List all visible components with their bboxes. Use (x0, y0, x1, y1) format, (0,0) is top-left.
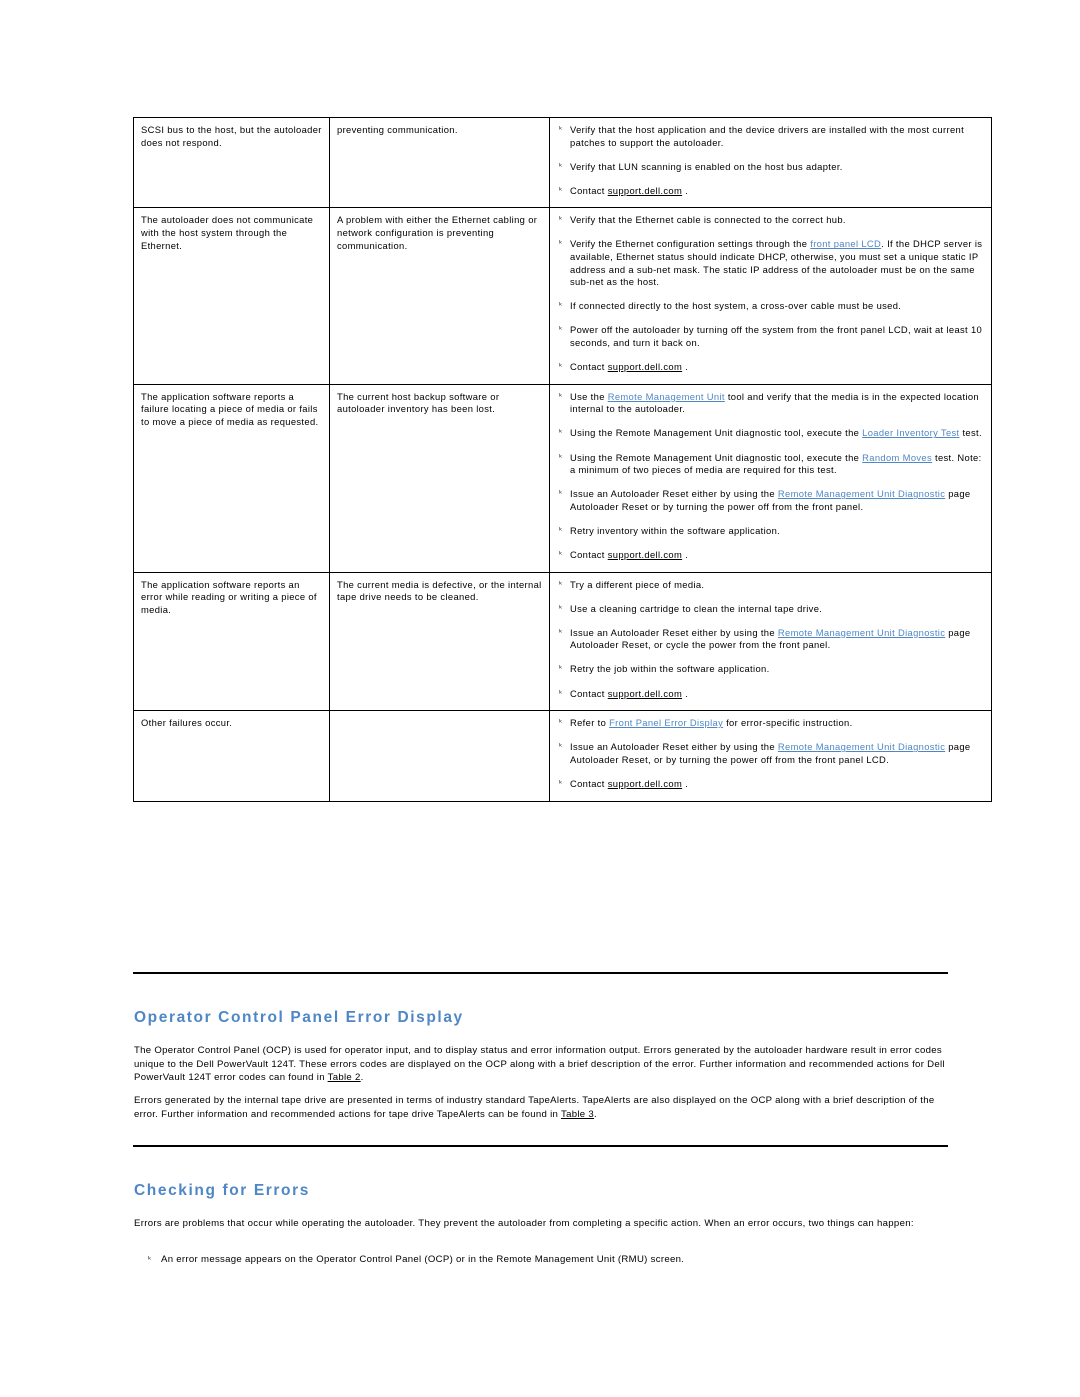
list-item: Refer to Front Panel Error Display for e… (557, 717, 984, 730)
list-item: Verify the Ethernet configuration settin… (557, 238, 984, 288)
table-cell-cause: preventing communication. (329, 116, 550, 209)
list-item: Contact support.dell.com . (557, 778, 984, 791)
loader-inventory-test-link[interactable]: Loader Inventory Test (862, 427, 959, 438)
solution-list: Try a different piece of media. Use a cl… (557, 579, 984, 701)
page-title-ocp-error-display: Operator Control Panel Error Display (134, 1009, 464, 1026)
list-item: Using the Remote Management Unit diagnos… (557, 452, 984, 477)
table-cell-solution: Verify that the Ethernet cable is connec… (549, 207, 992, 385)
list-item: Use a cleaning cartridge to clean the in… (557, 603, 984, 616)
table-cell-cause: The current media is defective, or the i… (329, 571, 550, 712)
list-item: Verify that the host application and the… (557, 124, 984, 149)
table-cell-cause: A problem with either the Ethernet cabli… (329, 207, 550, 385)
list-item: Verify that the Ethernet cable is connec… (557, 214, 984, 227)
page-title-checking-for-errors: Checking for Errors (134, 1182, 310, 1199)
section-divider (133, 1145, 948, 1147)
table-cell-cause (329, 710, 550, 802)
support-link[interactable]: support.dell.com (608, 778, 682, 789)
table-row: Other failures occur. Refer to Front Pan… (133, 710, 992, 802)
table-cell-problem: The autoloader does not communicate with… (133, 207, 330, 385)
list-item: Power off the autoloader by turning off … (557, 324, 984, 349)
list-item: Issue an Autoloader Reset either by usin… (557, 741, 984, 766)
list-item: An error message appears on the Operator… (148, 1253, 948, 1267)
table-row: SCSI bus to the host, but the autoloader… (133, 116, 992, 209)
table-row: The application software reports a failu… (133, 383, 992, 573)
front-panel-error-display-link[interactable]: Front Panel Error Display (609, 717, 723, 728)
list-item: Contact support.dell.com . (557, 549, 984, 562)
table-2-link[interactable]: Table 2 (328, 1072, 361, 1083)
solution-list: Use the Remote Management Unit tool and … (557, 391, 984, 562)
paragraph-checking-errors: Errors are problems that occur while ope… (134, 1218, 914, 1229)
table-cell-problem: SCSI bus to the host, but the autoloader… (133, 116, 330, 209)
table-3-link[interactable]: Table 3 (561, 1109, 594, 1120)
remote-management-unit-link[interactable]: Remote Management Unit (608, 391, 725, 402)
list-item: Use the Remote Management Unit tool and … (557, 391, 984, 416)
list-item: Retry inventory within the software appl… (557, 525, 984, 538)
table-row: The autoloader does not communicate with… (133, 207, 992, 385)
table-row: The application software reports an erro… (133, 571, 992, 712)
table-cell-cause: The current host backup software or auto… (329, 383, 550, 573)
solution-list: Verify that the host application and the… (557, 124, 984, 197)
list-item: Issue an Autoloader Reset either by usin… (557, 488, 984, 513)
table-cell-solution: Try a different piece of media. Use a cl… (549, 571, 992, 712)
checking-errors-list: An error message appears on the Operator… (148, 1253, 948, 1267)
solution-list: Verify that the Ethernet cable is connec… (557, 214, 984, 373)
table-cell-problem: Other failures occur. (133, 710, 330, 802)
front-panel-lcd-link[interactable]: front panel LCD (810, 238, 881, 249)
list-item: Try a different piece of media. (557, 579, 984, 592)
support-link[interactable]: support.dell.com (608, 361, 682, 372)
rmu-diagnostic-link[interactable]: Remote Management Unit Diagnostic (778, 488, 945, 499)
list-item: Retry the job within the software applic… (557, 663, 984, 676)
rmu-diagnostic-link[interactable]: Remote Management Unit Diagnostic (778, 741, 945, 752)
document-page: SCSI bus to the host, but the autoloader… (0, 0, 1080, 1397)
list-item: Contact support.dell.com . (557, 185, 984, 198)
support-link[interactable]: support.dell.com (608, 688, 682, 699)
list-item: If connected directly to the host system… (557, 300, 984, 313)
list-item: Verify that LUN scanning is enabled on t… (557, 161, 984, 174)
table-cell-problem: The application software reports a failu… (133, 383, 330, 573)
section-divider (133, 972, 948, 974)
list-item: Contact support.dell.com . (557, 361, 984, 374)
random-moves-link[interactable]: Random Moves (862, 452, 932, 463)
list-item: Issue an Autoloader Reset either by usin… (557, 627, 984, 652)
paragraph-ocp-intro: The Operator Control Panel (OCP) is used… (134, 1045, 945, 1084)
solution-list: Refer to Front Panel Error Display for e… (557, 717, 984, 790)
list-item: Using the Remote Management Unit diagnos… (557, 427, 984, 440)
rmu-diagnostic-link[interactable]: Remote Management Unit Diagnostic (778, 627, 945, 638)
table-cell-solution: Refer to Front Panel Error Display for e… (549, 710, 992, 802)
list-item: Contact support.dell.com . (557, 688, 984, 701)
paragraph-tapealerts: Errors generated by the internal tape dr… (134, 1095, 935, 1120)
table-cell-solution: Verify that the host application and the… (549, 116, 992, 209)
support-link[interactable]: support.dell.com (608, 185, 682, 196)
table-cell-solution: Use the Remote Management Unit tool and … (549, 383, 992, 573)
support-link[interactable]: support.dell.com (608, 549, 682, 560)
table-cell-problem: The application software reports an erro… (133, 571, 330, 712)
troubleshooting-table: SCSI bus to the host, but the autoloader… (133, 116, 992, 802)
